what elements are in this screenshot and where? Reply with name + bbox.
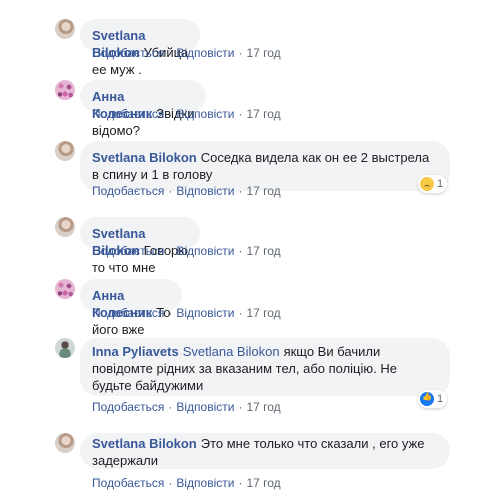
reaction-count[interactable]: 1	[418, 175, 448, 193]
avatar[interactable]	[55, 80, 75, 100]
reply-link[interactable]: Відповісти	[176, 476, 234, 490]
separator: ·	[168, 244, 173, 258]
reply-link[interactable]: Відповісти	[176, 306, 234, 320]
separator: ·	[168, 400, 173, 414]
comment-bubble: Svetlana Bilokon Это мне только что сказа…	[80, 433, 450, 469]
like-link[interactable]: Подобається	[92, 107, 164, 121]
comment-actions: Подобається · Відповісти · 17 год	[92, 476, 281, 490]
timestamp[interactable]: 17 год	[246, 476, 280, 490]
separator: ·	[168, 184, 173, 198]
timestamp[interactable]: 17 год	[246, 184, 280, 198]
comment-actions: Подобається · Відповісти · 17 год	[92, 244, 281, 258]
reply-link[interactable]: Відповісти	[176, 46, 234, 60]
timestamp[interactable]: 17 год	[246, 244, 280, 258]
comment-actions: Подобається · Відповісти · 17 год	[92, 46, 281, 60]
reaction-number: 1	[437, 393, 444, 405]
comment-author[interactable]: Svetlana Bilokon	[92, 150, 197, 165]
separator: ·	[238, 244, 243, 258]
comment-author[interactable]: Svetlana Bilokon	[92, 436, 197, 451]
timestamp[interactable]: 17 год	[246, 46, 280, 60]
reply-link[interactable]: Відповісти	[176, 184, 234, 198]
like-link[interactable]: Подобається	[92, 46, 164, 60]
separator: ·	[238, 107, 243, 121]
separator: ·	[238, 476, 243, 490]
separator: ·	[238, 46, 243, 60]
comment-actions: Подобається · Відповісти · 17 год	[92, 107, 281, 121]
comment-actions: Подобається · Відповісти · 17 год	[92, 306, 281, 320]
avatar[interactable]	[55, 338, 75, 358]
separator: ·	[168, 306, 173, 320]
separator: ·	[238, 306, 243, 320]
separator: ·	[238, 400, 243, 414]
like-link[interactable]: Подобається	[92, 400, 164, 414]
reply-link[interactable]: Відповісти	[176, 244, 234, 258]
separator: ·	[168, 46, 173, 60]
like-link[interactable]: Подобається	[92, 306, 164, 320]
timestamp[interactable]: 17 год	[246, 107, 280, 121]
comment-author[interactable]: Inna Pyliavets	[92, 344, 179, 359]
reaction-count[interactable]: 1	[418, 390, 448, 408]
comment-bubble: Inna Pyliavets Svetlana Bilokon якщо Ви ба…	[80, 338, 450, 396]
reaction-number: 1	[437, 178, 444, 190]
like-link[interactable]: Подобається	[92, 244, 164, 258]
like-link[interactable]: Подобається	[92, 184, 164, 198]
mention-link[interactable]: Svetlana Bilokon	[183, 344, 280, 359]
comment-actions: Подобається · Відповісти · 17 год	[92, 184, 281, 198]
like-icon	[420, 392, 434, 406]
separator: ·	[168, 107, 173, 121]
avatar[interactable]	[55, 433, 75, 453]
sad-emoji-icon	[420, 177, 434, 191]
avatar[interactable]	[55, 279, 75, 299]
avatar[interactable]	[55, 141, 75, 161]
separator: ·	[168, 476, 173, 490]
timestamp[interactable]: 17 год	[246, 306, 280, 320]
separator: ·	[238, 184, 243, 198]
timestamp[interactable]: 17 год	[246, 400, 280, 414]
comment-actions: Подобається · Відповісти · 17 год	[92, 400, 281, 414]
reply-link[interactable]: Відповісти	[176, 107, 234, 121]
avatar[interactable]	[55, 217, 75, 237]
like-link[interactable]: Подобається	[92, 476, 164, 490]
avatar[interactable]	[55, 19, 75, 39]
reply-link[interactable]: Відповісти	[176, 400, 234, 414]
